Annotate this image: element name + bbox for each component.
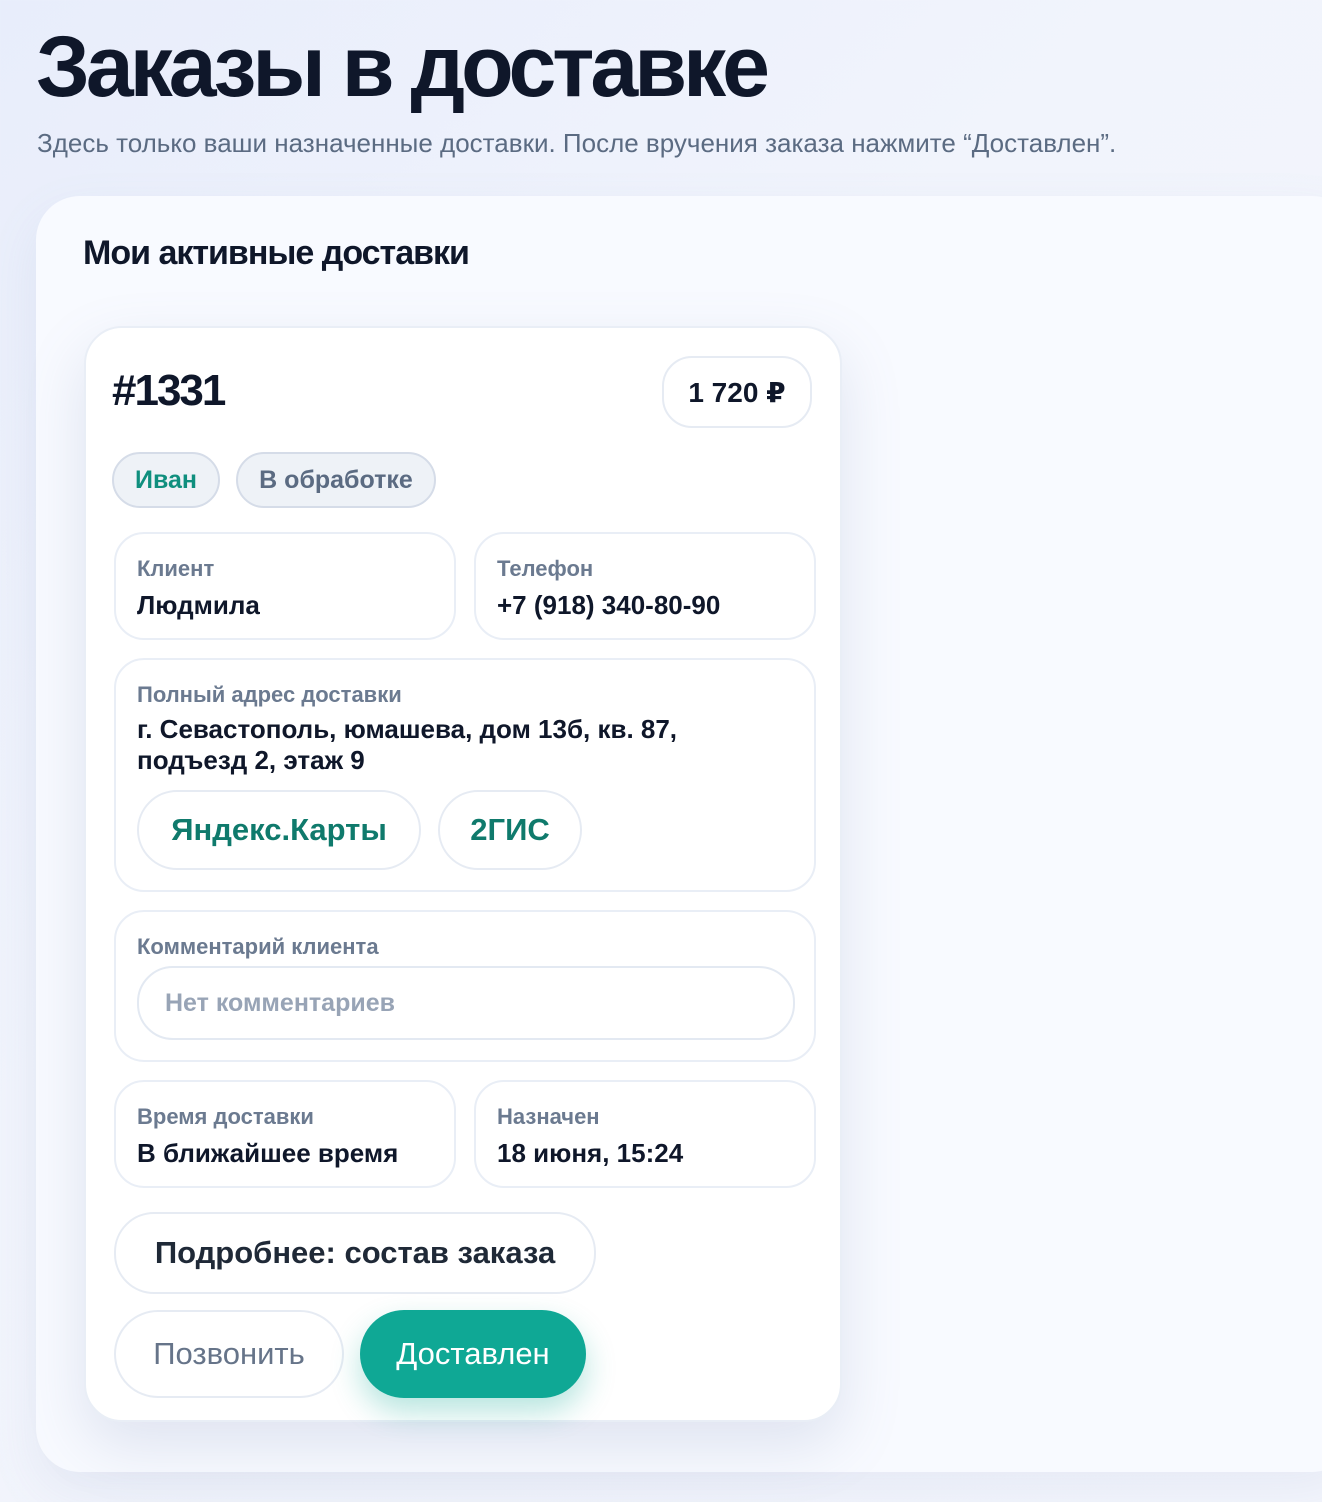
yandex-maps-button[interactable]: Яндекс.Карты	[137, 790, 421, 870]
order-price: 1 720 ₽	[662, 356, 812, 428]
status-badge: В обработке	[236, 452, 436, 508]
address-label: Полный адрес доставки	[137, 682, 402, 707]
address-box: Полный адрес доставки г. Севастополь, юм…	[114, 658, 816, 892]
delivery-time-box: Время доставки В ближайшее время	[114, 1080, 456, 1188]
order-details-button[interactable]: Подробнее: состав заказа	[114, 1212, 596, 1294]
comment-box: Комментарий клиента Нет комментариев	[114, 910, 816, 1062]
order-number: #1331	[112, 366, 226, 415]
page-subtitle: Здесь только ваши назначенные доставки. …	[37, 128, 1117, 158]
call-button[interactable]: Позвонить	[114, 1310, 344, 1398]
assigned-value: 18 июня, 15:24	[497, 1138, 684, 1168]
assigned-label: Назначен	[497, 1104, 600, 1129]
address-value: г. Севастополь, юмашева, дом 13б, кв. 87…	[137, 714, 678, 775]
phone-number[interactable]: +7 (918) 340-80-90	[497, 590, 720, 621]
delivered-button[interactable]: Доставлен	[360, 1310, 586, 1398]
delivery-time-value: В ближайшее время	[137, 1138, 399, 1168]
2gis-button[interactable]: 2ГИС	[438, 790, 582, 870]
order-card: #1331 1 720 ₽ Иван В обработке Клиент Лю…	[84, 326, 842, 1422]
phone-label: Телефон	[497, 556, 594, 581]
assigned-box: Назначен 18 июня, 15:24	[474, 1080, 816, 1188]
comment-label: Комментарий клиента	[137, 934, 379, 959]
page-title: Заказы в доставке	[36, 19, 770, 115]
client-label: Клиент	[137, 556, 215, 581]
phone-box: Телефон +7 (918) 340-80-90	[474, 532, 816, 640]
comment-field: Нет комментариев	[137, 966, 795, 1040]
panel-title: Мои активные доставки	[83, 234, 470, 272]
client-box: Клиент Людмила	[114, 532, 456, 640]
courier-tag: Иван	[112, 452, 220, 508]
active-deliveries-panel: Мои активные доставки #1331 1 720 ₽ Иван…	[36, 196, 1322, 1472]
client-name: Людмила	[137, 590, 260, 620]
delivery-time-label: Время доставки	[137, 1104, 314, 1129]
